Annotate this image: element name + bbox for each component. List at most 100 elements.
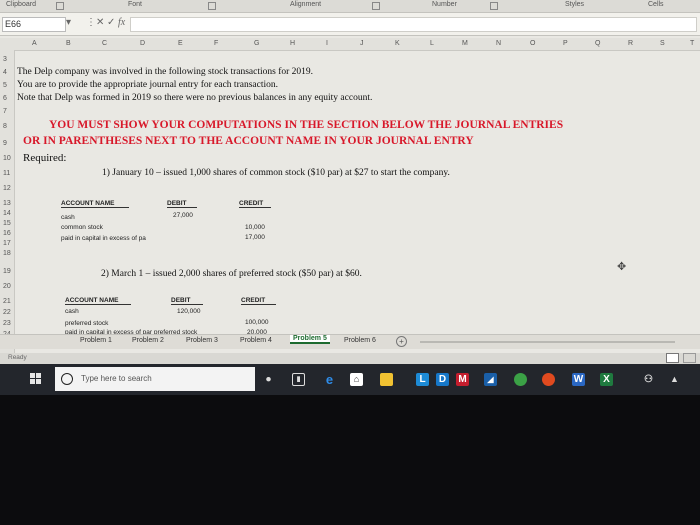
row-header[interactable]: 7 xyxy=(3,108,7,115)
row-header[interactable]: 23 xyxy=(3,320,11,327)
cancel-icon[interactable]: ✕ xyxy=(96,17,104,28)
column-header[interactable]: A xyxy=(32,40,37,47)
status-text: Ready xyxy=(8,354,27,361)
column-header[interactable]: M xyxy=(462,40,468,47)
column-header[interactable]: P xyxy=(563,40,568,47)
row-header[interactable]: 4 xyxy=(3,69,7,76)
journal-account-cell[interactable]: cash xyxy=(65,308,79,315)
formula-options-icon[interactable]: ⋮ xyxy=(86,17,96,28)
account-name-header: ACCOUNT NAME xyxy=(61,200,129,208)
column-header[interactable]: C xyxy=(102,40,107,47)
row-header[interactable]: 5 xyxy=(3,82,7,89)
add-sheet-icon[interactable]: + xyxy=(396,336,407,347)
file-explorer-icon[interactable] xyxy=(380,373,393,386)
column-header[interactable]: S xyxy=(660,40,665,47)
tab-problem-5[interactable]: Problem 5 xyxy=(290,335,330,344)
column-header[interactable]: F xyxy=(214,40,218,47)
insert-function-icon[interactable]: fx xyxy=(118,17,125,28)
row-header[interactable]: 21 xyxy=(3,298,11,305)
row-header[interactable]: 15 xyxy=(3,220,11,227)
formula-input[interactable] xyxy=(130,17,697,32)
column-header[interactable]: Q xyxy=(595,40,600,47)
column-header[interactable]: H xyxy=(290,40,295,47)
column-header[interactable]: G xyxy=(254,40,259,47)
word-icon[interactable]: W xyxy=(572,373,585,386)
ribbon-alignment-label: Alignment xyxy=(290,1,322,8)
row-header[interactable]: 16 xyxy=(3,230,11,237)
row-header[interactable]: 10 xyxy=(3,155,11,162)
people-icon[interactable]: ⚇ xyxy=(642,373,655,386)
windows-start-icon[interactable] xyxy=(30,373,42,385)
row-header[interactable]: 17 xyxy=(3,240,11,247)
journal-debit-cell[interactable]: 27,000 xyxy=(173,212,193,219)
journal-account-cell[interactable]: common stock xyxy=(61,224,103,231)
row-header[interactable]: 19 xyxy=(3,268,11,275)
app-arrow-icon[interactable]: ◢ xyxy=(484,373,497,386)
column-header[interactable]: L xyxy=(430,40,434,47)
required-label: Required: xyxy=(23,152,67,164)
journal-account-cell[interactable]: paid in capital in excess of pa xyxy=(61,235,146,242)
task-view-icon[interactable]: ▮ xyxy=(292,373,305,386)
column-header[interactable]: E xyxy=(178,40,183,47)
column-header[interactable]: K xyxy=(395,40,400,47)
tab-problem-4[interactable]: Problem 4 xyxy=(240,337,272,344)
journal-account-cell[interactable]: preferred stock xyxy=(65,320,108,327)
column-header[interactable]: I xyxy=(326,40,328,47)
row-header[interactable]: 6 xyxy=(3,95,7,102)
journal-entry-table-1: ACCOUNT NAME DEBIT CREDIT cash 27,000 co… xyxy=(61,200,281,250)
journal-debit-cell[interactable]: 120,000 xyxy=(177,308,201,315)
tab-problem-1[interactable]: Problem 1 xyxy=(80,337,112,344)
app-l-icon[interactable]: L xyxy=(416,373,429,386)
instruction-warning-1: YOU MUST SHOW YOUR COMPUTATIONS IN THE S… xyxy=(49,119,564,131)
ribbon-cells-label: Cells xyxy=(648,1,664,8)
row-header[interactable]: 9 xyxy=(3,140,7,147)
row-header[interactable]: 13 xyxy=(3,200,11,207)
mcafee-icon[interactable]: M xyxy=(456,373,469,386)
dropdown-icon[interactable]: ▾ xyxy=(66,17,71,28)
tab-problem-3[interactable]: Problem 3 xyxy=(186,337,218,344)
journal-credit-cell[interactable]: 100,000 xyxy=(245,319,269,326)
excel-icon[interactable]: X xyxy=(600,373,613,386)
row-header[interactable]: 14 xyxy=(3,210,11,217)
page-layout-icon[interactable] xyxy=(683,353,696,363)
ribbon-font-label: Font xyxy=(128,1,143,8)
number-launcher-icon[interactable] xyxy=(490,2,498,10)
column-header[interactable]: N xyxy=(496,40,501,47)
column-header[interactable]: D xyxy=(140,40,145,47)
column-header[interactable]: J xyxy=(360,40,364,47)
row-header[interactable]: 3 xyxy=(3,56,7,63)
account-name-header: ACCOUNT NAME xyxy=(65,297,131,305)
worksheet-grid[interactable]: The Delp company was involved in the fol… xyxy=(15,50,700,336)
row-header[interactable]: 12 xyxy=(3,185,11,192)
app-d-icon[interactable]: D xyxy=(436,373,449,386)
chevron-up-icon[interactable]: ▲ xyxy=(668,373,681,386)
journal-credit-cell[interactable]: 10,000 xyxy=(245,224,265,231)
horizontal-scrollbar[interactable] xyxy=(420,341,675,343)
enter-icon[interactable]: ✓ xyxy=(107,17,115,28)
font-launcher-icon[interactable] xyxy=(208,2,216,10)
tab-problem-2[interactable]: Problem 2 xyxy=(132,337,164,344)
tab-problem-6[interactable]: Problem 6 xyxy=(344,337,376,344)
question-1: 1) January 10 – issued 1,000 shares of c… xyxy=(102,168,450,178)
alignment-launcher-icon[interactable] xyxy=(372,2,380,10)
column-header[interactable]: T xyxy=(690,40,694,47)
edge-browser-icon[interactable]: e xyxy=(323,373,336,386)
row-header[interactable]: 11 xyxy=(3,170,10,177)
microphone-icon[interactable]: ⏺ xyxy=(262,373,275,386)
journal-account-cell[interactable]: cash xyxy=(61,214,75,221)
row-header[interactable]: 20 xyxy=(3,283,11,290)
row-header[interactable]: 18 xyxy=(3,250,11,257)
journal-credit-cell[interactable]: 17,000 xyxy=(245,234,265,241)
name-box[interactable]: E66 xyxy=(2,17,66,32)
column-header[interactable]: O xyxy=(530,40,535,47)
row-header[interactable]: 22 xyxy=(3,309,11,316)
column-header[interactable]: R xyxy=(628,40,633,47)
taskbar-search-box[interactable]: Type here to search xyxy=(55,367,255,391)
column-header[interactable]: B xyxy=(66,40,71,47)
app-circle-icon[interactable] xyxy=(542,373,555,386)
chrome-icon[interactable] xyxy=(514,373,527,386)
row-header[interactable]: 8 xyxy=(3,123,7,130)
clipboard-launcher-icon[interactable] xyxy=(56,2,64,10)
normal-view-icon[interactable] xyxy=(666,353,679,363)
store-icon[interactable]: ⌂ xyxy=(350,373,363,386)
